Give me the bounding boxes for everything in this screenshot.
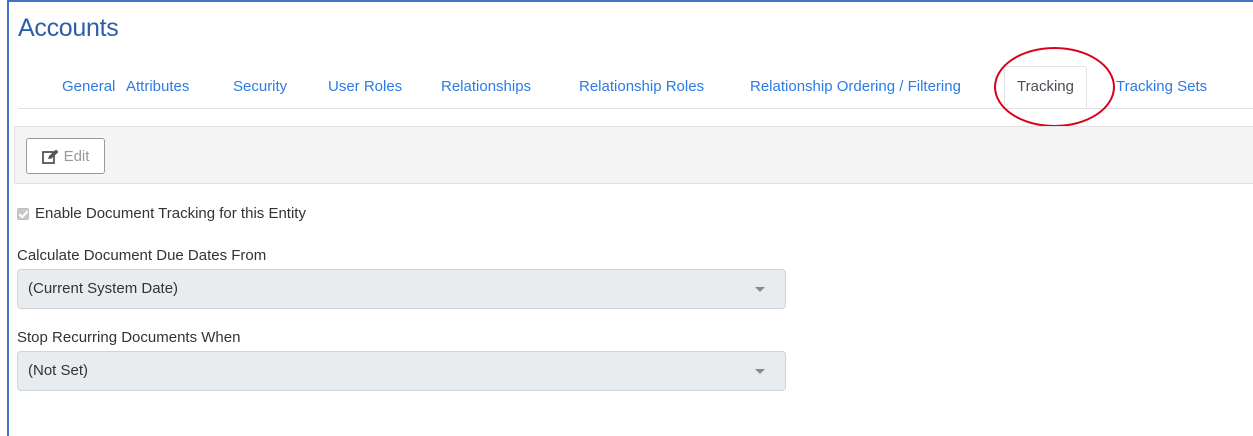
- due-dates-label: Calculate Document Due Dates From: [17, 247, 267, 264]
- tab-relationship-roles[interactable]: Relationship Roles: [579, 66, 704, 108]
- due-dates-select[interactable]: (Current System Date): [17, 269, 786, 309]
- toolbar: Edit: [14, 126, 1253, 184]
- edit-button[interactable]: Edit: [26, 138, 105, 174]
- frame-border-left: [7, 0, 9, 436]
- due-dates-value: (Current System Date): [28, 280, 179, 297]
- tab-general[interactable]: General: [62, 66, 115, 108]
- enable-tracking-row: Enable Document Tracking for this Entity: [17, 205, 306, 222]
- tab-user-roles[interactable]: User Roles: [328, 66, 402, 108]
- tab-bar: General Attributes Security User Roles R…: [18, 66, 1253, 109]
- tab-relationships[interactable]: Relationships: [441, 66, 531, 108]
- enable-tracking-checkbox[interactable]: [17, 207, 29, 220]
- stop-recurring-label: Stop Recurring Documents When: [17, 329, 241, 346]
- edit-button-label: Edit: [63, 147, 90, 165]
- frame-border-top: [7, 0, 1253, 2]
- stop-recurring-value: (Not Set): [28, 362, 89, 379]
- tab-attributes[interactable]: Attributes: [126, 66, 189, 108]
- tab-tracking[interactable]: Tracking: [1004, 66, 1087, 108]
- stop-recurring-select[interactable]: (Not Set): [17, 351, 786, 391]
- tab-relationship-ordering-filtering[interactable]: Relationship Ordering / Filtering: [750, 66, 961, 108]
- tab-tracking-sets[interactable]: Tracking Sets: [1116, 66, 1207, 108]
- tab-security[interactable]: Security: [233, 66, 287, 108]
- chevron-down-icon: [755, 369, 765, 374]
- chevron-down-icon: [755, 287, 765, 292]
- edit-icon: [41, 149, 59, 164]
- enable-tracking-label: Enable Document Tracking for this Entity: [35, 205, 306, 222]
- page-title: Accounts: [18, 14, 119, 42]
